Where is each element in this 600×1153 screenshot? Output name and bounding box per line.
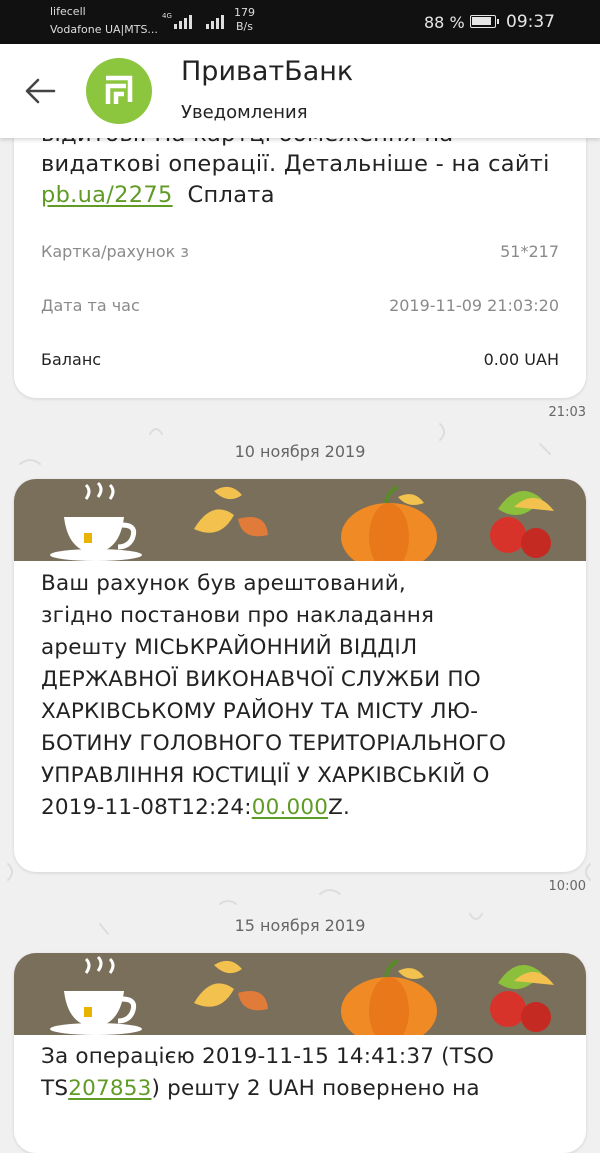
message-text: pb.ua/2275 Сплата [41,182,275,208]
arrow-left-icon [25,78,56,104]
status-bar: lifecell Vodafone UA|MTS... 4G 179 B/s 8… [0,0,600,44]
header-subtitle: Уведомления [181,102,308,123]
signal-icon [206,13,224,29]
app-name: ПриватБанк [181,56,354,87]
teacup-icon [50,481,142,561]
message-time: 10:00 [548,879,586,894]
info-row-datetime: Дата та час 2019-11-09 21:03:20 [41,296,559,315]
date-separator: 15 ноября 2019 [234,916,366,935]
pumpkin-icon [341,485,437,571]
app-header: ПриватБанк Уведомления [0,44,600,138]
berries-icon [490,491,554,558]
battery-icon [470,15,499,28]
leaf-icon [194,486,268,537]
message-text: видаткові операції. Детальніше - на сайт… [41,151,550,177]
autumn-banner [14,479,586,571]
operator-1: lifecell [50,5,86,18]
message-link[interactable]: 207853 [68,1076,151,1101]
message-link[interactable]: pb.ua/2275 [41,182,173,208]
info-row-balance: Баланс 0.00 UAH [41,350,559,369]
battery-percent: 88 % [424,13,465,32]
message-time: 21:03 [548,405,586,420]
operator-2: Vodafone UA|MTS... [50,23,158,36]
network-speed: 179 B/s [234,6,255,33]
leaf-icon [194,960,268,1011]
autumn-banner [14,953,586,1045]
message-text: Ваш рахунок був арештований, згідно пост… [41,571,507,820]
status-clock: 09:37 [506,12,555,32]
notification-card: За операцією 2019-11-15 14:41:37 (TSO TS… [14,953,586,1153]
back-button[interactable] [24,78,56,104]
notification-card: Ваш рахунок був арештований, згідно пост… [14,479,586,872]
signal-icon [174,13,192,29]
message-text: За операцією 2019-11-15 14:41:37 (TSO TS… [41,1044,495,1101]
date-separator: 10 ноября 2019 [234,442,366,461]
privatbank-logo [86,58,152,124]
info-row-card: Картка/рахунок з 51*217 [41,242,559,261]
pumpkin-icon [341,959,437,1045]
berries-icon [490,965,554,1032]
teacup-icon [50,955,142,1035]
message-link[interactable]: 00.000 [252,795,328,820]
network-type: 4G [162,12,172,20]
